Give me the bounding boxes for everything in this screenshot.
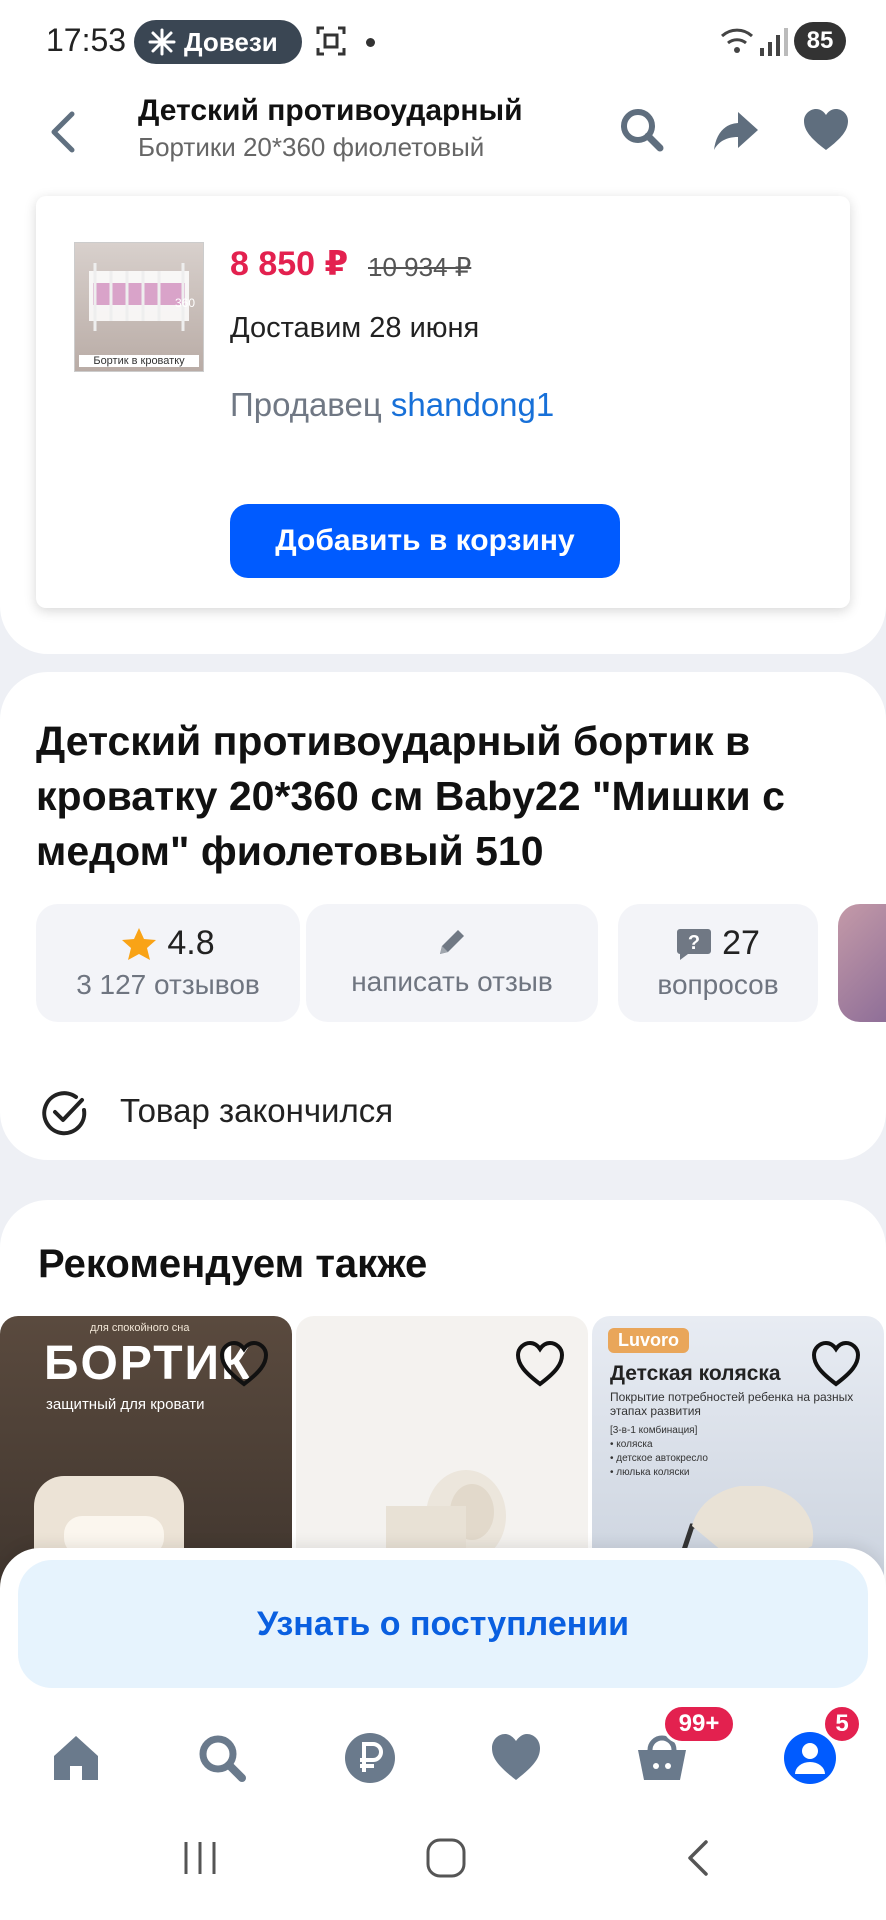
review-photo-thumbnail[interactable] bbox=[838, 904, 886, 1022]
notify-when-available-button[interactable]: Узнать о поступлении bbox=[18, 1560, 868, 1688]
card-subline: защитный для кровати bbox=[46, 1396, 205, 1413]
thumbnail-caption: Бортик в кроватку bbox=[79, 355, 199, 367]
rating-value: 4.8 bbox=[167, 924, 215, 962]
svg-text:360: 360 bbox=[175, 296, 195, 310]
product-summary-card: 360 Бортик в кроватку 8 850 ₽ 10 934 ₽ Д… bbox=[36, 196, 850, 608]
add-to-cart-button[interactable]: Добавить в корзину bbox=[230, 504, 620, 578]
recent-apps-icon[interactable] bbox=[178, 1836, 222, 1880]
favorites-heart-icon[interactable] bbox=[488, 1730, 544, 1786]
favorite-heart-icon[interactable] bbox=[218, 1340, 270, 1388]
card-description: Покрытие потребностей ребенка на разных … bbox=[610, 1390, 854, 1418]
svg-text:?: ? bbox=[688, 932, 700, 954]
ruble-icon[interactable] bbox=[342, 1730, 398, 1786]
delivery-pill-label: Довези bbox=[184, 26, 278, 57]
questions-count: 27 bbox=[722, 924, 760, 962]
delivery-pill[interactable]: Довези bbox=[134, 20, 302, 64]
product-info-section: Детский противоударный бортик в кроватку… bbox=[0, 672, 886, 1160]
card-headline: Детская коляска bbox=[610, 1362, 781, 1385]
share-icon[interactable] bbox=[710, 104, 762, 156]
question-bubble-icon: ? bbox=[677, 928, 712, 960]
purchase-section: 360 Бортик в кроватку 8 850 ₽ 10 934 ₽ Д… bbox=[0, 180, 886, 654]
card-feature-item: • коляска bbox=[610, 1439, 653, 1450]
system-back-icon[interactable] bbox=[676, 1836, 720, 1880]
write-review-chip[interactable]: написать отзыв bbox=[306, 904, 598, 1022]
crib-image-icon: 360 bbox=[89, 263, 195, 331]
card-tagline: для спокойного сна bbox=[90, 1322, 190, 1334]
notify-panel: Узнать о поступлении bbox=[0, 1548, 886, 1704]
product-title: Детский противоударный бортик в кроватку… bbox=[36, 718, 785, 874]
profile-badge: 5 bbox=[822, 1704, 862, 1744]
write-review-label: написать отзыв bbox=[351, 966, 553, 997]
recommendations-title: Рекомендуем также bbox=[38, 1242, 428, 1286]
notification-dot-icon bbox=[366, 38, 375, 47]
sparkle-icon bbox=[148, 28, 176, 56]
check-circle-icon bbox=[42, 1091, 87, 1136]
questions-chip[interactable]: ? 27 вопросов bbox=[618, 904, 818, 1022]
signal-icon bbox=[760, 28, 788, 56]
back-arrow-icon[interactable] bbox=[40, 106, 88, 158]
card-feature-item: • люлька коляски bbox=[610, 1467, 690, 1478]
card-feature-list: [3-в-1 комбинация] • коляска • детское а… bbox=[610, 1424, 708, 1480]
questions-label: вопросов bbox=[657, 969, 779, 1000]
card-feature-item: • детское автокресло bbox=[610, 1453, 708, 1464]
favorite-heart-icon[interactable] bbox=[800, 104, 852, 156]
rating-chip[interactable]: 4.8 3 127 отзывов bbox=[36, 904, 300, 1022]
search-icon[interactable] bbox=[194, 1730, 250, 1786]
seller-info: Продавец shandong1 bbox=[230, 386, 554, 424]
delivery-date: Доставим 28 июня bbox=[230, 312, 480, 344]
product-thumbnail[interactable]: 360 Бортик в кроватку bbox=[74, 242, 204, 372]
old-price: 10 934 ₽ bbox=[368, 252, 472, 282]
cart-badge: 99+ bbox=[662, 1704, 736, 1744]
home-icon[interactable] bbox=[48, 1730, 104, 1786]
star-icon bbox=[122, 927, 157, 960]
current-price: 8 850 ₽ bbox=[230, 245, 349, 283]
card-feature-item: [3-в-1 комбинация] bbox=[610, 1425, 698, 1436]
status-time: 17:53 bbox=[46, 22, 127, 58]
search-icon[interactable] bbox=[616, 104, 668, 156]
card-brand: Luvoro bbox=[608, 1328, 689, 1353]
home-button-icon[interactable] bbox=[424, 1836, 468, 1880]
seller-label: Продавец bbox=[230, 386, 382, 423]
system-navigation-bar bbox=[0, 1810, 886, 1920]
pencil-icon bbox=[440, 930, 464, 954]
bottom-navigation: 99+ 5 bbox=[0, 1704, 886, 1810]
header-subtitle: Бортики 20*360 фиолетовый bbox=[138, 132, 485, 162]
header-title: Детский противоударный bbox=[138, 94, 523, 127]
availability-status: Товар закончился bbox=[120, 1092, 394, 1129]
seller-link[interactable]: shandong1 bbox=[391, 386, 554, 423]
battery-indicator: 85 bbox=[794, 22, 846, 60]
product-header: Детский противоударный Бортики 20*360 фи… bbox=[0, 84, 886, 180]
reviews-count: 3 127 отзывов bbox=[76, 969, 260, 1000]
wifi-icon bbox=[720, 28, 754, 53]
favorite-heart-icon[interactable] bbox=[810, 1340, 862, 1388]
status-bar: 17:53 Довези 85 bbox=[0, 0, 886, 84]
favorite-heart-icon[interactable] bbox=[514, 1340, 566, 1388]
screenshot-icon bbox=[316, 26, 346, 56]
